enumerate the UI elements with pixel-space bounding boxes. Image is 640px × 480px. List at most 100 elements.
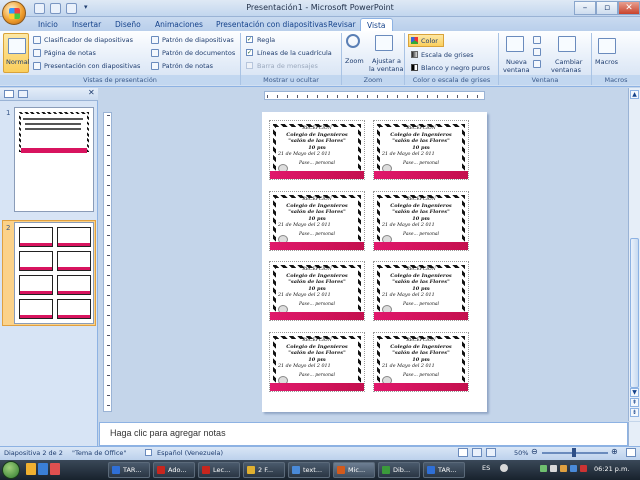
input-language[interactable]: ES [482,464,490,472]
previous-slide-icon[interactable]: ⇞ [630,398,639,407]
close-button[interactable]: ✕ [618,1,640,15]
ruler-tick [107,405,110,406]
tab-diseno[interactable]: Diseño [109,18,147,31]
undo-icon[interactable] [50,3,61,14]
quicklaunch-icon[interactable] [26,463,36,475]
message-bar-checkbox[interactable] [246,62,253,69]
card-line: 21 de Mayo del 2 011 [382,293,435,298]
black-white-button[interactable]: Blanco y negro puros [421,64,490,72]
taskbar-button[interactable]: TAR... [423,462,465,478]
slide-sorter-button[interactable]: Clasificador de diapositivas [44,36,133,44]
tab-inicio[interactable]: Inicio [32,18,64,31]
slide-master-button[interactable]: Patrón de diapositivas [162,36,234,44]
cascade-icon[interactable] [533,48,541,56]
maximize-button[interactable]: ▫ [596,1,618,15]
minimize-button[interactable]: – [574,1,596,15]
vertical-scrollbar[interactable]: ▲ ▼ ⇞ ⇟ [628,88,640,421]
invitation-card[interactable]: RECEPCION Colegio de Ingenieros "salón de … [269,332,365,392]
start-button[interactable] [2,461,20,479]
grayscale-button[interactable]: Escala de grises [421,51,473,59]
notes-page-button[interactable]: Página de notas [44,49,96,57]
qat-customize-icon[interactable]: ▾ [84,3,92,14]
taskbar-button[interactable]: Ado... [153,462,195,478]
normal-view-button[interactable]: Normal [3,33,30,73]
tray-icon[interactable] [570,465,577,472]
ruler-tick [107,315,110,316]
zoom-slider-thumb[interactable] [572,448,576,457]
invitation-card[interactable]: RECEPCION Colegio de Ingenieros "salón de … [373,191,469,251]
help-icon[interactable] [500,464,508,472]
tab-vista[interactable]: Vista [360,18,393,31]
switch-windows-button[interactable]: Cambiar [555,58,582,66]
zoom-out-icon[interactable]: ⊖ [531,447,538,456]
fit-window-button[interactable]: Ajustar a [372,57,401,65]
slides-tab-icon[interactable] [4,90,14,98]
scroll-up-icon[interactable]: ▲ [630,90,639,99]
vertical-ruler[interactable] [103,112,112,412]
normal-view-status-icon[interactable] [458,448,468,457]
ruler-tick [107,375,110,376]
save-icon[interactable] [34,3,45,14]
invitation-card[interactable]: RECEPCION Colegio de Ingenieros "salón de … [373,332,469,392]
slideshow-status-icon[interactable] [486,448,496,457]
tab-revisar[interactable]: Revisar [322,18,362,31]
tab-presentacion[interactable]: Presentación con diapositivas [210,18,333,31]
invitation-card[interactable]: RECEPCION Colegio de Ingenieros "salón de … [373,120,469,180]
taskbar-button[interactable]: TAR... [108,462,150,478]
fit-slide-icon[interactable] [626,448,636,457]
ruler-checkbox[interactable]: ✓ [246,36,253,43]
invitation-card[interactable]: RECEPCION Colegio de Ingenieros "salón de … [269,120,365,180]
close-pane-icon[interactable]: ✕ [88,88,95,97]
notes-placeholder[interactable]: Haga clic para agregar notas [110,428,226,438]
slide-thumbnail-2[interactable] [14,222,94,324]
zoom-level[interactable]: 50% [514,449,528,457]
taskbar-button[interactable]: text... [288,462,330,478]
taskbar-button[interactable]: Lec... [198,462,240,478]
slide-thumbnail-1[interactable] [14,107,94,212]
scroll-down-icon[interactable]: ▼ [630,388,639,397]
notes-master-button[interactable]: Patrón de notas [162,62,213,70]
card-line: RECEPCION [302,267,332,272]
pink-band [270,312,364,320]
tray-icon[interactable] [540,465,547,472]
notes-scrollbar[interactable] [628,422,640,446]
slide-canvas[interactable]: RECEPCION Colegio de Ingenieros "salón de … [262,112,487,412]
office-button[interactable] [2,1,26,25]
taskbar-button[interactable]: 2 F... [243,462,285,478]
taskbar-button[interactable]: Dib... [378,462,420,478]
invitation-card[interactable]: RECEPCION Colegio de Ingenieros "salón de … [373,261,469,321]
outline-tab-icon[interactable] [18,90,28,98]
invitation-card[interactable]: RECEPCION Colegio de Ingenieros "salón de … [269,191,365,251]
color-label: Color [421,37,438,45]
arrange-all-icon[interactable] [533,36,541,44]
app-icon [112,466,120,474]
tab-insertar[interactable]: Insertar [66,18,107,31]
sorter-view-status-icon[interactable] [472,448,482,457]
quicklaunch-icon[interactable] [38,463,48,475]
next-slide-icon[interactable]: ⇟ [630,408,639,417]
slide-show-button[interactable]: Presentación con diapositivas [44,62,140,70]
thumb-pink-band [20,267,52,270]
tray-icon[interactable] [560,465,567,472]
tab-animaciones[interactable]: Animaciones [149,18,209,31]
handout-master-button[interactable]: Patrón de documentos [162,49,235,57]
new-window-button[interactable]: Nueva [506,58,527,66]
taskbar-button[interactable]: Mic... [333,462,375,478]
language-indicator[interactable]: Español (Venezuela) [157,449,223,457]
invitation-card[interactable]: RECEPCION Colegio de Ingenieros "salón de … [269,261,365,321]
gridlines-checkbox[interactable]: ✓ [246,49,253,56]
macros-icon [598,38,616,54]
theme-name: "Tema de Office" [72,449,127,457]
tray-icon[interactable] [550,465,557,472]
app-icon [427,466,435,474]
macros-button[interactable]: Macros [595,58,618,66]
spellcheck-icon[interactable] [145,449,152,456]
redo-icon[interactable] [66,3,77,14]
quicklaunch-icon[interactable] [50,463,60,475]
horizontal-ruler[interactable] [264,91,485,100]
scroll-thumb[interactable] [630,238,639,388]
zoom-button[interactable]: Zoom [345,57,364,65]
zoom-in-icon[interactable]: ⊕ [611,447,618,456]
move-split-icon[interactable] [533,60,541,68]
tray-icon[interactable] [580,465,587,472]
